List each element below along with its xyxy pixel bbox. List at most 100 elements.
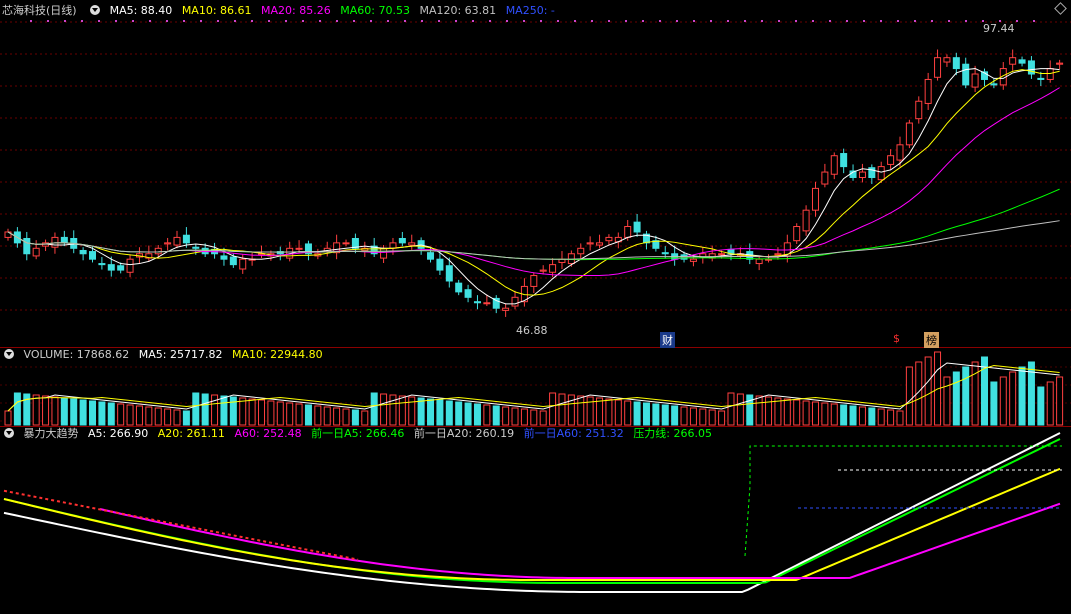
candle-body xyxy=(596,242,604,246)
signal-dot xyxy=(659,20,661,22)
volume-bar xyxy=(51,396,59,426)
dollar-marker[interactable]: $ xyxy=(893,332,900,345)
signal-dot xyxy=(183,20,185,22)
candle-body xyxy=(793,226,801,242)
candle-body xyxy=(689,258,697,262)
volume-bar xyxy=(530,409,538,426)
volume-bar xyxy=(549,392,557,426)
signal-dot xyxy=(812,20,814,22)
volume-bar xyxy=(483,404,491,426)
volume-bar xyxy=(70,398,78,426)
volume-bar xyxy=(671,405,679,426)
candle-body xyxy=(295,247,303,250)
signal-dot xyxy=(336,20,338,22)
volume-bar xyxy=(135,405,143,426)
bang-marker[interactable]: 榜 xyxy=(924,332,939,348)
indicator-name: 暴力大趋势 xyxy=(23,427,79,440)
volume-bar xyxy=(427,398,435,426)
candle-body xyxy=(239,258,247,270)
volume-bar xyxy=(417,397,425,426)
volume-bar xyxy=(661,404,669,426)
signal-dot xyxy=(455,20,457,22)
volume-bar xyxy=(558,393,566,426)
volume-bar xyxy=(173,409,181,426)
candle-body xyxy=(887,155,895,165)
volume-bar xyxy=(370,392,378,426)
candle-body xyxy=(436,258,444,271)
volume-legend: VOLUME: 17868.62 MA5: 25717.82 MA10: 229… xyxy=(0,347,329,363)
cai-marker[interactable]: 财 xyxy=(660,332,675,348)
signal-dot xyxy=(608,20,610,22)
candle-body xyxy=(427,252,435,260)
volume-bar xyxy=(276,401,284,426)
signal-dot xyxy=(795,20,797,22)
candle-body xyxy=(539,269,547,272)
signal-dot xyxy=(948,20,950,22)
signal-dot xyxy=(1033,20,1035,22)
ma250-label: MA250: - xyxy=(505,4,555,17)
candle-body xyxy=(23,238,31,255)
signal-dot xyxy=(234,20,236,22)
volume-bar xyxy=(755,395,763,426)
signal-dot xyxy=(149,20,151,22)
indicator-dropdown-icon[interactable] xyxy=(4,428,14,438)
volume-bar xyxy=(999,376,1007,426)
volume-bar xyxy=(342,408,350,426)
volume-bar xyxy=(858,406,866,426)
volume-bar xyxy=(323,406,331,426)
signal-dot xyxy=(880,20,882,22)
candle-body xyxy=(905,122,913,146)
volume-bar xyxy=(849,405,857,426)
volume-bar xyxy=(42,395,50,426)
candle-body xyxy=(398,238,406,244)
price-legend: 芯海科技(日线) MA5: 88.40 MA10: 86.61 MA20: 85… xyxy=(0,3,561,19)
candle-body xyxy=(877,166,885,181)
ma60-line xyxy=(7,188,1060,261)
volume-bar xyxy=(830,403,838,426)
volume-bar xyxy=(811,401,819,426)
candle-body xyxy=(380,247,388,259)
ma10-label: MA10: 86.61 xyxy=(181,4,252,17)
volume-dropdown-icon[interactable] xyxy=(4,349,14,359)
volume-bar xyxy=(229,396,237,426)
candle-body xyxy=(483,302,491,305)
signal-dot xyxy=(30,20,32,22)
volume-bar xyxy=(464,402,472,426)
dropdown-icon[interactable] xyxy=(90,5,101,15)
ma120-line xyxy=(7,220,1060,260)
prev-a5-label: 前一日A5: 266.46 xyxy=(311,427,405,440)
volume-bar xyxy=(633,401,641,426)
volume-bar xyxy=(877,408,885,426)
candle-body xyxy=(840,153,848,168)
signal-dot xyxy=(251,20,253,22)
candle-body xyxy=(1037,77,1045,80)
volume-bar xyxy=(182,410,190,426)
volume-bar xyxy=(652,403,660,426)
volume-bar xyxy=(896,410,904,426)
volume-bar xyxy=(990,381,998,426)
signal-dot xyxy=(931,20,933,22)
candle-body xyxy=(107,264,115,271)
signal-dot xyxy=(727,20,729,22)
volume-bar xyxy=(1009,371,1017,426)
signal-dot xyxy=(47,20,49,22)
volume-bar xyxy=(802,400,810,426)
volume-bar xyxy=(793,399,801,426)
volume-bar xyxy=(887,409,895,426)
volume-bar xyxy=(126,404,134,426)
a5-label: A5: 266.90 xyxy=(88,427,149,440)
signal-dot xyxy=(846,20,848,22)
candle-body xyxy=(1018,59,1026,64)
ma5-line xyxy=(7,68,1060,305)
signal-dot xyxy=(489,20,491,22)
candle-body xyxy=(1046,68,1054,80)
candle-body xyxy=(952,57,960,70)
ma120-label: MA120: 63.81 xyxy=(419,4,497,17)
volume-bar xyxy=(708,409,716,426)
candle-body xyxy=(154,247,162,255)
candle-body xyxy=(464,289,472,298)
candle-body xyxy=(661,252,669,255)
volume-ma5-label: MA5: 25717.82 xyxy=(138,348,223,361)
volume-bar xyxy=(718,410,726,426)
a60-label: A60: 252.48 xyxy=(234,427,302,440)
